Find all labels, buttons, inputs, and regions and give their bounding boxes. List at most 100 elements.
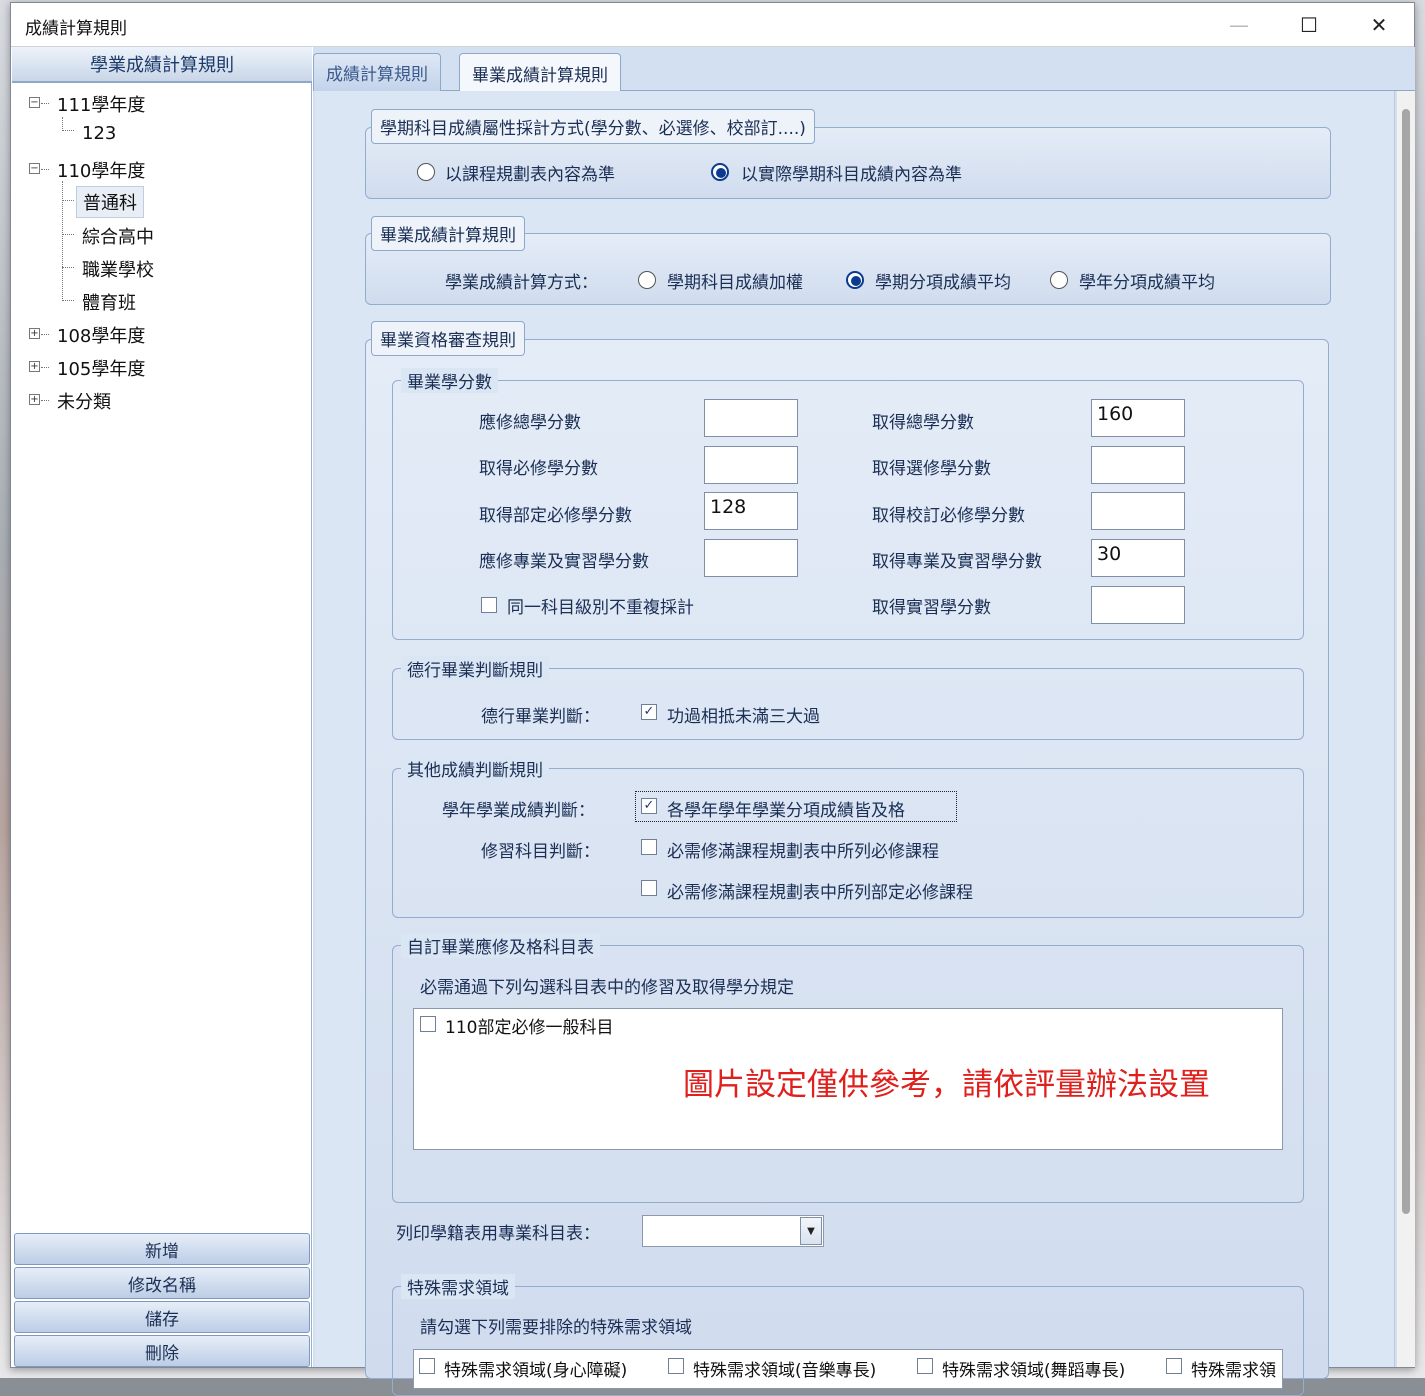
radio-year-avg[interactable] bbox=[1050, 271, 1068, 289]
special-label-4: 特殊需求領 bbox=[1191, 1361, 1276, 1381]
vertical-scrollbar[interactable] bbox=[1397, 91, 1415, 1367]
expand-icon[interactable]: + bbox=[29, 328, 40, 339]
print-select[interactable]: ▼ bbox=[642, 1215, 824, 1247]
credits-section-title: 畢業學分數 bbox=[401, 368, 498, 393]
internship-credits-input[interactable] bbox=[1091, 586, 1185, 624]
special-label-2: 特殊需求領域(音樂專長) bbox=[693, 1361, 877, 1381]
year-score-option-label: 各學年學年學業分項成績皆及格 bbox=[667, 801, 905, 821]
minimize-icon: — bbox=[1229, 13, 1249, 37]
school-required-input[interactable] bbox=[1091, 492, 1185, 530]
tree-node-vocational[interactable]: 職業學校 bbox=[82, 256, 154, 282]
tree-node-110[interactable]: 110學年度 bbox=[57, 157, 145, 183]
special-checkbox-4[interactable] bbox=[1166, 1358, 1182, 1374]
year-score-label: 學年學業成績判斷： bbox=[442, 801, 595, 821]
sidebar-header: 學業成績計算規則 bbox=[12, 47, 312, 83]
conduct-checkbox[interactable]: ✓ bbox=[641, 704, 657, 720]
title-bar: 成績計算規則 — ☐ ✕ bbox=[11, 3, 1414, 47]
sidebar: 學業成績計算規則 − 111學年度 123 − 110學年度 普通科 綜合高中 … bbox=[12, 47, 312, 1367]
grad-calc-group-title: 畢業成績計算規則 bbox=[371, 216, 525, 251]
no-repeat-checkbox[interactable] bbox=[481, 597, 497, 613]
professional-required-label: 應修專業及實習學分數 bbox=[479, 552, 649, 572]
subject-label: 110部定必修一般科目 bbox=[445, 1018, 614, 1038]
required-total-label: 應修總學分數 bbox=[479, 413, 581, 433]
calc-method-label: 學業成績計算方式： bbox=[445, 273, 598, 293]
tab-content: 學期科目成績屬性採計方式(學分數、必選修、校部訂....) 以課程規劃表內容為準… bbox=[315, 91, 1395, 1396]
special-list[interactable]: 特殊需求領域(身心障礙) 特殊需求領域(音樂專長) 特殊需求領域(舞蹈專長) 特… bbox=[413, 1349, 1283, 1389]
tree-node-108[interactable]: 108學年度 bbox=[57, 322, 145, 348]
earned-total-label: 取得總學分數 bbox=[872, 413, 974, 433]
course-required-checkbox[interactable] bbox=[641, 839, 657, 855]
other-section-title: 其他成績判斷規則 bbox=[401, 756, 549, 781]
professional-earned-label: 取得專業及實習學分數 bbox=[872, 552, 1042, 572]
collapse-icon[interactable]: − bbox=[29, 163, 40, 174]
delete-button[interactable]: 刪除 bbox=[14, 1335, 310, 1367]
tab-grad-rules[interactable]: 畢業成績計算規則 bbox=[459, 53, 621, 92]
add-button[interactable]: 新增 bbox=[14, 1233, 310, 1265]
radio-actual-scores[interactable] bbox=[711, 163, 729, 181]
rules-window: 成績計算規則 — ☐ ✕ 學業成績計算規則 − 111學年度 123 − 110… bbox=[10, 2, 1415, 1396]
course-required-label: 必需修滿課程規劃表中所列必修課程 bbox=[667, 842, 939, 862]
collapse-icon[interactable]: − bbox=[29, 97, 40, 108]
required-credits-input[interactable] bbox=[704, 446, 798, 484]
tree-node-general[interactable]: 普通科 bbox=[76, 186, 144, 218]
custom-section-title: 自訂畢業應修及格科目表 bbox=[401, 933, 600, 958]
tree-node-uncategorized[interactable]: 未分類 bbox=[57, 388, 111, 414]
radio-course-plan[interactable] bbox=[417, 163, 435, 181]
radio-semester-avg-label: 學期分項成績平均 bbox=[875, 273, 1011, 293]
elective-credits-label: 取得選修學分數 bbox=[872, 459, 991, 479]
elective-credits-input[interactable] bbox=[1091, 446, 1185, 484]
course-national-checkbox[interactable] bbox=[641, 880, 657, 896]
radio-year-avg-label: 學年分項成績平均 bbox=[1079, 273, 1215, 293]
rename-button[interactable]: 修改名稱 bbox=[14, 1267, 310, 1299]
expand-icon[interactable]: + bbox=[29, 394, 40, 405]
radio-course-plan-label: 以課程規劃表內容為準 bbox=[445, 165, 615, 185]
minimize-button[interactable]: — bbox=[1204, 3, 1274, 47]
internship-credits-label: 取得實習學分數 bbox=[872, 598, 991, 618]
tree-node-123[interactable]: 123 bbox=[82, 123, 116, 144]
special-section-title: 特殊需求領域 bbox=[401, 1274, 515, 1299]
tree-node-sports[interactable]: 體育班 bbox=[82, 289, 136, 315]
tree-node-comprehensive[interactable]: 綜合高中 bbox=[82, 223, 154, 249]
special-checkbox-1[interactable] bbox=[419, 1358, 435, 1374]
close-icon: ✕ bbox=[1370, 13, 1388, 37]
save-button[interactable]: 儲存 bbox=[14, 1301, 310, 1333]
radio-actual-scores-label: 以實際學期科目成績內容為準 bbox=[741, 165, 962, 185]
close-button[interactable]: ✕ bbox=[1344, 3, 1414, 47]
special-desc: 請勾選下列需要排除的特殊需求領域 bbox=[420, 1318, 692, 1338]
main-panel: 成績計算規則 畢業成績計算規則 學期科目成績屬性採計方式(學分數、必選修、校部訂… bbox=[313, 47, 1415, 1396]
radio-weighted[interactable] bbox=[638, 271, 656, 289]
maximize-icon: ☐ bbox=[1300, 13, 1318, 37]
print-label: 列印學籍表用專業科目表： bbox=[396, 1224, 600, 1244]
special-label-3: 特殊需求領域(舞蹈專長) bbox=[942, 1361, 1126, 1381]
grad-review-group-title: 畢業資格審查規則 bbox=[371, 321, 525, 356]
scrollbar-thumb[interactable] bbox=[1402, 109, 1410, 1214]
school-required-label: 取得校訂必修學分數 bbox=[872, 506, 1025, 526]
semester-group-title: 學期科目成績屬性採計方式(學分數、必選修、校部訂....) bbox=[371, 109, 815, 144]
national-required-input[interactable]: 128 bbox=[704, 492, 798, 530]
tab-score-rules[interactable]: 成績計算規則 bbox=[313, 53, 441, 91]
no-repeat-label: 同一科目級別不重複採計 bbox=[507, 598, 694, 618]
tab-strip: 成績計算規則 畢業成績計算規則 bbox=[313, 47, 1415, 92]
expand-icon[interactable]: + bbox=[29, 361, 40, 372]
professional-earned-input[interactable]: 30 bbox=[1091, 539, 1185, 577]
chevron-down-icon[interactable]: ▼ bbox=[800, 1217, 822, 1245]
national-required-label: 取得部定必修學分數 bbox=[479, 506, 632, 526]
tree-node-111[interactable]: 111學年度 bbox=[57, 91, 145, 117]
special-label-1: 特殊需求領域(身心障礙) bbox=[444, 1361, 628, 1381]
special-checkbox-3[interactable] bbox=[917, 1358, 933, 1374]
year-score-checkbox[interactable]: ✓ bbox=[641, 798, 657, 814]
radio-semester-avg[interactable] bbox=[846, 271, 864, 289]
course-judge-label: 修習科目判斷： bbox=[481, 842, 600, 862]
professional-required-input[interactable] bbox=[704, 539, 798, 577]
special-checkbox-2[interactable] bbox=[668, 1358, 684, 1374]
conduct-section-title: 德行畢業判斷規則 bbox=[401, 656, 549, 681]
maximize-button[interactable]: ☐ bbox=[1274, 3, 1344, 47]
tree-node-105[interactable]: 105學年度 bbox=[57, 355, 145, 381]
earned-total-input[interactable]: 160 bbox=[1091, 399, 1185, 437]
course-national-label: 必需修滿課程規劃表中所列部定必修課程 bbox=[667, 883, 973, 903]
subject-checkbox[interactable] bbox=[420, 1016, 436, 1032]
conduct-label: 德行畢業判斷： bbox=[481, 707, 600, 727]
custom-desc: 必需通過下列勾選科目表中的修習及取得學分規定 bbox=[420, 978, 794, 998]
window-title: 成績計算規則 bbox=[25, 19, 127, 39]
required-total-input[interactable] bbox=[704, 399, 798, 437]
